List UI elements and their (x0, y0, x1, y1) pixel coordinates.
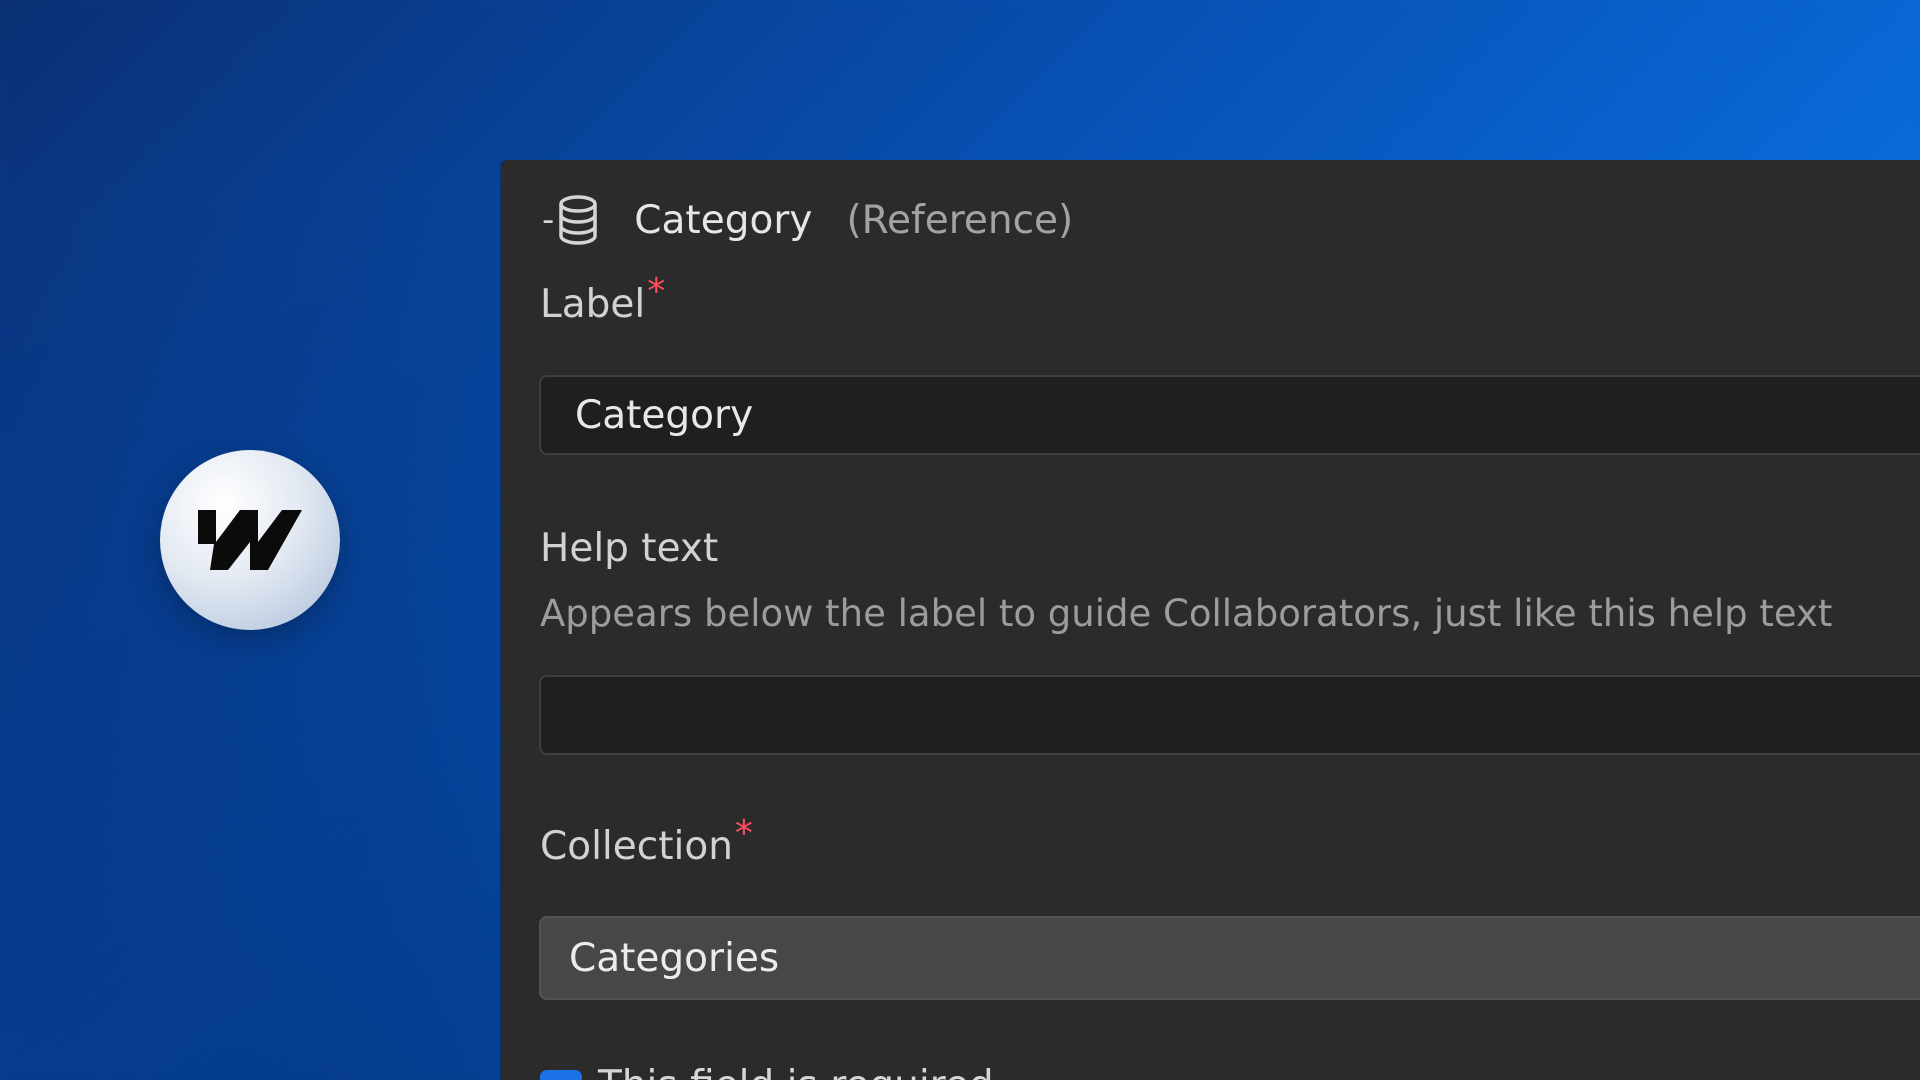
required-asterisk: * (647, 271, 666, 312)
help-text-description: Appears below the label to guide Collabo… (540, 592, 1833, 635)
required-asterisk: * (734, 813, 753, 854)
panel-subtitle: (Reference) (846, 197, 1074, 243)
collection-field-label-text: Collection (540, 824, 733, 869)
help-text-field-label: Help text (540, 526, 719, 571)
help-text-input[interactable] (539, 675, 1920, 755)
label-field-label: Label* (540, 271, 665, 327)
required-checkbox[interactable] (540, 1070, 582, 1080)
required-checkbox-label: This field is required (598, 1066, 994, 1080)
panel-header: - Category (Reference) (542, 190, 1073, 250)
required-checkbox-row[interactable]: This field is required (540, 1066, 994, 1080)
label-field-label-text: Label (540, 282, 646, 327)
collection-select-value: Categories (569, 935, 780, 981)
webflow-w-icon (198, 510, 302, 570)
webflow-logo-icon (160, 450, 340, 630)
label-input-value: Category (575, 392, 754, 438)
header-prefix: - (542, 200, 555, 240)
collection-select[interactable]: Categories (539, 916, 1920, 1000)
database-icon (559, 195, 598, 245)
collection-field-label: Collection* (540, 813, 753, 869)
label-input[interactable]: Category (539, 375, 1920, 455)
field-settings-panel: - Category (Reference) Label* Category H… (502, 160, 1920, 1080)
panel-title: Category (634, 197, 813, 243)
